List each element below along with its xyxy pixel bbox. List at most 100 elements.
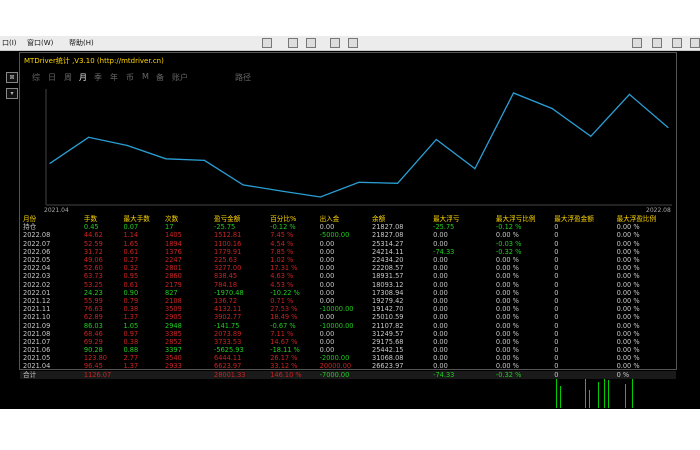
table-cell: 0.00 % — [616, 264, 640, 273]
table-cell: 2021.10 — [23, 313, 51, 322]
toolbar-icon[interactable] — [348, 38, 358, 48]
table-cell: 7.11 % — [270, 329, 294, 338]
balance-point — [667, 126, 669, 129]
table-cell: -2000.00 — [319, 354, 350, 363]
table-cell: 0.00 % — [616, 231, 640, 240]
table-row: 2022.04 52.60 0.32 2801 3277.00 17.31 % 0.00 22… — [20, 264, 676, 272]
table-cell: 0.00 % — [616, 296, 640, 305]
tab-notes[interactable]: 备 — [156, 72, 164, 83]
table-cell: 2022.03 — [23, 272, 51, 281]
table-cell: 31.72 — [83, 247, 103, 256]
tab-summary[interactable]: 综 — [32, 72, 40, 83]
table-total-cell — [165, 371, 214, 379]
balance-point — [628, 93, 631, 95]
table-cell: 3733.53 — [214, 337, 242, 346]
table-cell: 2948 — [165, 321, 182, 330]
tab-month[interactable]: 月 — [79, 72, 87, 83]
toolbar-icon[interactable] — [262, 38, 272, 48]
tab-season[interactable]: 季 — [94, 72, 102, 83]
table-cell: 2021.04 — [23, 362, 51, 371]
column-header[interactable]: 盈亏金额 — [214, 215, 270, 223]
table-total-cell: 146.10 % — [270, 370, 302, 379]
table-cell: 6623.97 — [214, 362, 242, 371]
table-cell: 0.00 % — [616, 256, 640, 265]
column-header[interactable]: 最大浮亏 — [433, 215, 496, 223]
tab-year[interactable]: 年 — [110, 72, 118, 83]
table-cell: 4.63 % — [270, 272, 294, 281]
column-header[interactable]: 最大手数 — [124, 215, 166, 223]
table-cell: 0 — [554, 296, 559, 305]
table-cell: 0.00 — [319, 280, 335, 289]
table-cell: 0 — [554, 313, 559, 322]
column-header[interactable]: 余额 — [372, 215, 433, 223]
column-header[interactable]: 最大浮盈金额 — [554, 215, 616, 223]
table-row: 2021.05 123.80 2.77 3540 6444.11 26.17 % -2000… — [20, 354, 676, 362]
column-header[interactable]: 次数 — [165, 215, 214, 223]
toolbar-icon[interactable] — [632, 38, 642, 48]
toolbar-icon[interactable] — [652, 38, 662, 48]
table-cell: 76.63 — [83, 305, 103, 314]
table-cell: 27.53 % — [270, 305, 298, 314]
table-total-cell: -7000.00 — [319, 370, 350, 379]
side-toggle-icon[interactable]: ⊠ — [6, 72, 18, 83]
table-cell: 0.00 % — [495, 362, 519, 371]
toolbar-icon[interactable] — [672, 38, 682, 48]
table-cell: 1.37 — [123, 313, 139, 322]
table-cell: 0 — [554, 280, 559, 289]
table-cell: 2021.06 — [23, 346, 51, 355]
table-cell: 14.67 % — [270, 337, 298, 346]
table-cell: 18093.12 — [372, 280, 404, 289]
table-cell: 0.00 % — [495, 337, 519, 346]
table-cell: 1.02 % — [270, 256, 294, 265]
table-cell: 136.72 — [214, 296, 238, 305]
table-cell: 53.25 — [83, 280, 103, 289]
table-cell: 0.38 — [123, 305, 139, 314]
table-cell: 0.00 — [433, 272, 448, 281]
balance-point — [590, 135, 592, 137]
table-cell: 18931.57 — [372, 272, 404, 281]
table-row: 2021.09 86.03 1.05 2948 -141.75 -0.67 % -10000… — [20, 321, 676, 330]
column-header[interactable]: 月份 — [20, 215, 84, 223]
table-cell: 2021.08 — [23, 329, 51, 338]
table-cell: 4132.11 — [214, 305, 242, 314]
table-cell: -74.33 — [433, 247, 455, 256]
table-cell: 0.07 — [123, 223, 139, 232]
table-cell: 0.00 % — [616, 337, 640, 346]
table-cell: -0.67 % — [270, 321, 296, 330]
table-cell: 0.00 — [433, 313, 448, 322]
column-header[interactable]: 出入金 — [320, 215, 372, 223]
toolbar-icon[interactable] — [330, 38, 340, 48]
table-cell: 18.49 % — [270, 313, 298, 322]
tab-m[interactable]: M — [142, 72, 149, 81]
menu-item-window-partial[interactable]: 口(I) — [2, 38, 17, 48]
tab-week[interactable]: 周 — [64, 72, 72, 83]
menu-item-window[interactable]: 窗口(W) — [27, 38, 53, 48]
column-header[interactable]: 手数 — [84, 215, 124, 223]
table-cell: 2933 — [165, 362, 182, 371]
panel-title: MTDriver统计 ,V3.10 (http://mtdriver.cn) — [24, 57, 164, 65]
tab-currency[interactable]: 币 — [126, 72, 134, 83]
tab-account[interactable]: 账户 — [172, 72, 188, 83]
toolbar-icon[interactable] — [690, 38, 700, 48]
table-cell: 0.00 % — [495, 354, 519, 363]
column-header[interactable]: 百分比% — [270, 215, 319, 223]
tab-path[interactable]: 路径 — [235, 72, 251, 83]
table-cell: 69.29 — [83, 337, 103, 346]
table-cell: -1970.48 — [214, 288, 244, 297]
toolbar-icon[interactable] — [306, 38, 316, 48]
table-cell: -10000.00 — [319, 305, 354, 314]
table-cell: 0 — [554, 329, 559, 338]
menu-item-help[interactable]: 帮助(H) — [69, 38, 94, 48]
table-cell: 0.00 — [319, 337, 335, 346]
column-header[interactable]: 最大浮亏比例 — [496, 215, 554, 223]
table-cell: 2021.09 — [23, 321, 51, 330]
table-cell: 0.97 — [123, 329, 139, 338]
column-header[interactable]: 最大浮盈比例 — [617, 215, 676, 223]
table-cell: 0.00 — [319, 346, 335, 355]
table-cell: 0.00 % — [616, 313, 640, 322]
table-row: 2022.08 44.62 1.14 1405 1512.81 7.45 % -5000.0… — [20, 231, 676, 239]
table-cell: 31068.08 — [372, 354, 404, 363]
toolbar-icon[interactable] — [288, 38, 298, 48]
side-chevron-icon[interactable]: ▾ — [6, 88, 18, 99]
tab-day[interactable]: 日 — [48, 72, 56, 83]
